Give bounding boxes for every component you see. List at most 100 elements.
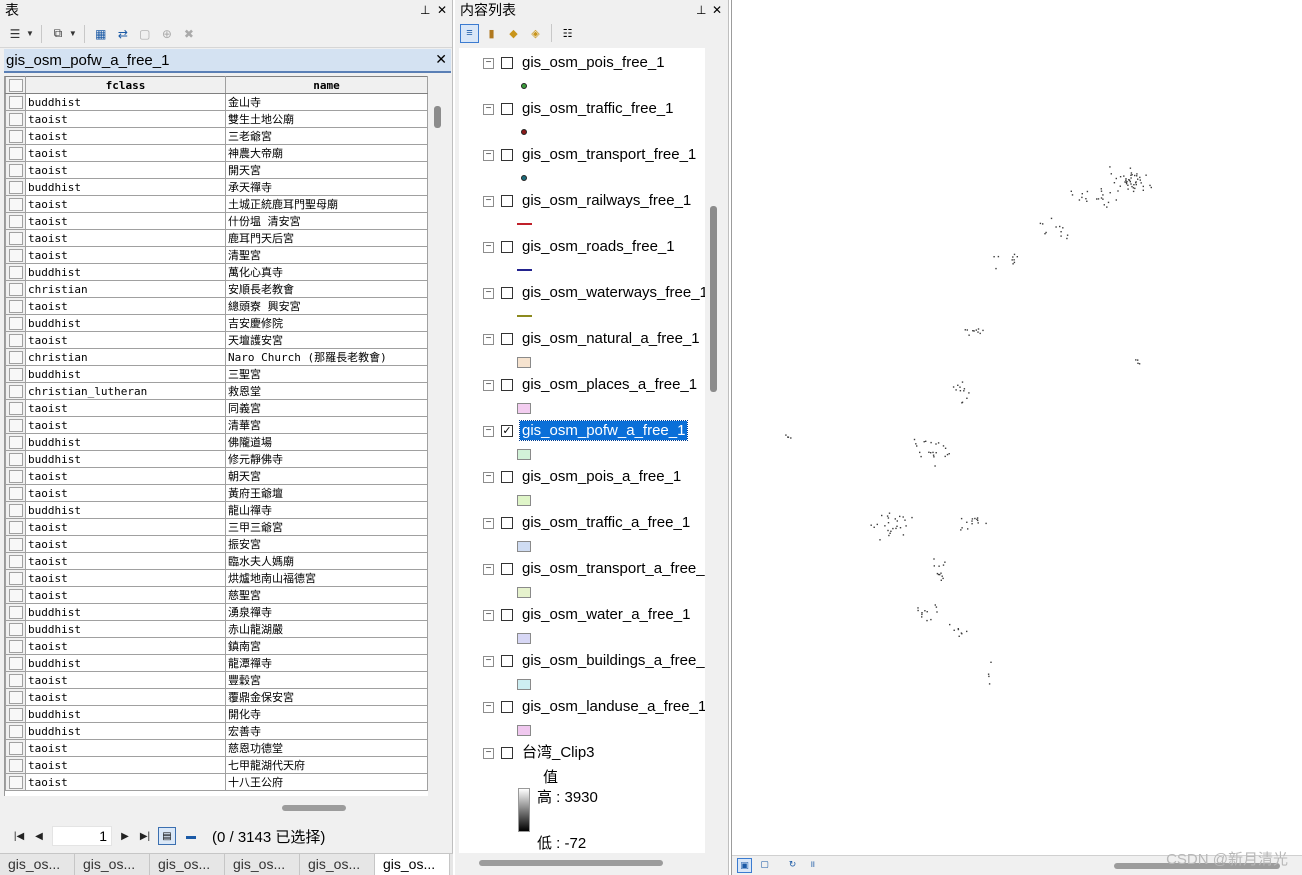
row-selector[interactable] bbox=[5, 365, 26, 383]
layout-view-icon[interactable]: ▢ bbox=[757, 858, 772, 873]
cell-fclass[interactable]: taoist bbox=[25, 637, 226, 655]
table-row[interactable]: buddhist 吉安慶修院 bbox=[5, 314, 428, 332]
polygon-symbol-icon[interactable] bbox=[517, 633, 531, 644]
table-tab[interactable]: gis_os... bbox=[150, 854, 225, 875]
close-icon[interactable]: ✕ bbox=[437, 0, 447, 20]
related-tables-icon[interactable]: ⧉ bbox=[49, 25, 67, 43]
list-by-visibility-icon[interactable]: ◆ bbox=[504, 24, 523, 43]
cell-fclass[interactable]: taoist bbox=[25, 756, 226, 774]
cell-fclass[interactable]: taoist bbox=[25, 331, 226, 349]
cell-name[interactable]: 土城正統鹿耳門聖母廟 bbox=[225, 195, 428, 213]
layer-visibility-checkbox[interactable] bbox=[501, 103, 513, 115]
cell-fclass[interactable]: buddhist bbox=[25, 365, 226, 383]
pin-icon[interactable]: ⊥ bbox=[420, 0, 430, 20]
layer-name[interactable]: gis_osm_transport_a_free_1 bbox=[520, 559, 705, 578]
collapse-icon[interactable]: − bbox=[483, 748, 494, 759]
row-selector[interactable] bbox=[5, 297, 26, 315]
table-row[interactable]: taoist 鎮南宮 bbox=[5, 637, 428, 655]
cell-fclass[interactable]: buddhist bbox=[25, 603, 226, 621]
row-selector[interactable] bbox=[5, 535, 26, 553]
cell-name[interactable]: 清聖宮 bbox=[225, 246, 428, 264]
table-row[interactable]: christian_lutheran 救恩堂 bbox=[5, 382, 428, 400]
table-row[interactable]: taoist 清聖宮 bbox=[5, 246, 428, 264]
layer-item[interactable]: − gis_osm_traffic_a_free_1 bbox=[459, 510, 705, 556]
cell-name[interactable]: 慈聖宮 bbox=[225, 586, 428, 604]
layer-visibility-checkbox[interactable] bbox=[501, 57, 513, 69]
layer-visibility-checkbox[interactable] bbox=[501, 149, 513, 161]
cell-fclass[interactable]: taoist bbox=[25, 586, 226, 604]
attribute-table[interactable]: fclass name buddhist 金山寺 taoist 雙生土地公廟 taois… bbox=[4, 76, 428, 796]
collapse-icon[interactable]: − bbox=[483, 58, 494, 69]
table-row[interactable]: taoist 朝天宮 bbox=[5, 467, 428, 485]
cell-name[interactable]: 救恩堂 bbox=[225, 382, 428, 400]
row-selector[interactable] bbox=[5, 195, 26, 213]
cell-fclass[interactable]: buddhist bbox=[25, 93, 226, 111]
cell-fclass[interactable]: taoist bbox=[25, 416, 226, 434]
polygon-symbol-icon[interactable] bbox=[517, 725, 531, 736]
polygon-symbol-icon[interactable] bbox=[517, 403, 531, 414]
table-options-icon[interactable]: ☰ bbox=[6, 25, 24, 43]
table-row[interactable]: taoist 天壇護安宮 bbox=[5, 331, 428, 349]
pause-drawing-icon[interactable]: ॥ bbox=[805, 858, 820, 873]
table-tab[interactable]: gis_os... bbox=[0, 854, 75, 875]
record-number-input[interactable]: 1 bbox=[52, 826, 112, 846]
collapse-icon[interactable]: − bbox=[483, 564, 494, 575]
layer-visibility-checkbox[interactable] bbox=[501, 471, 513, 483]
table-tab[interactable]: gis_os... bbox=[75, 854, 150, 875]
cell-name[interactable]: 湧泉禪寺 bbox=[225, 603, 428, 621]
row-selector[interactable] bbox=[5, 467, 26, 485]
clear-selection-icon[interactable]: ▢ bbox=[136, 25, 154, 43]
table-row[interactable]: taoist 十八王公府 bbox=[5, 773, 428, 791]
table-row[interactable]: taoist 三老爺宮 bbox=[5, 127, 428, 145]
row-selector[interactable] bbox=[5, 331, 26, 349]
cell-fclass[interactable]: taoist bbox=[25, 569, 226, 587]
polygon-symbol-icon[interactable] bbox=[517, 679, 531, 690]
data-view-icon[interactable]: ▣ bbox=[737, 858, 752, 873]
list-by-selection-icon[interactable]: ◈ bbox=[526, 24, 545, 43]
layer-visibility-checkbox[interactable] bbox=[501, 563, 513, 575]
cell-name[interactable]: 龍山禪寺 bbox=[225, 501, 428, 519]
collapse-icon[interactable]: − bbox=[483, 288, 494, 299]
table-row[interactable]: taoist 雙生土地公廟 bbox=[5, 110, 428, 128]
polygon-symbol-icon[interactable] bbox=[517, 587, 531, 598]
layer-name[interactable]: gis_osm_buildings_a_free_1 bbox=[520, 651, 705, 670]
row-selector[interactable] bbox=[5, 144, 26, 162]
row-selector[interactable] bbox=[5, 280, 26, 298]
cell-name[interactable]: 天壇護安宮 bbox=[225, 331, 428, 349]
layer-item[interactable]: − gis_osm_places_a_free_1 bbox=[459, 372, 705, 418]
table-row[interactable]: taoist 總頭寮 興安宮 bbox=[5, 297, 428, 315]
row-selector[interactable] bbox=[5, 161, 26, 179]
cell-name[interactable]: 開化寺 bbox=[225, 705, 428, 723]
layer-name[interactable]: gis_osm_pois_a_free_1 bbox=[520, 467, 683, 486]
layer-name[interactable]: gis_osm_pois_free_1 bbox=[520, 53, 667, 72]
table-row[interactable]: taoist 鹿耳門天后宮 bbox=[5, 229, 428, 247]
toc-options-icon[interactable]: ☷ bbox=[558, 24, 577, 43]
cell-name[interactable]: 慈恩功德堂 bbox=[225, 739, 428, 757]
cell-fclass[interactable]: taoist bbox=[25, 297, 226, 315]
layer-visibility-checkbox[interactable] bbox=[501, 287, 513, 299]
row-selector[interactable] bbox=[5, 603, 26, 621]
cell-name[interactable]: 開天宮 bbox=[225, 161, 428, 179]
cell-name[interactable]: 清華宮 bbox=[225, 416, 428, 434]
scroll-thumb[interactable] bbox=[710, 206, 717, 392]
toc-vertical-scrollbar[interactable] bbox=[705, 48, 723, 853]
layer-item[interactable]: − gis_osm_pois_free_1 bbox=[459, 50, 705, 96]
layer-visibility-checkbox[interactable] bbox=[501, 333, 513, 345]
layer-name[interactable]: 台湾_Clip3 bbox=[520, 743, 597, 762]
pin-icon[interactable]: ⊥ bbox=[696, 0, 706, 20]
table-row[interactable]: buddhist 佛隴道場 bbox=[5, 433, 428, 451]
cell-name[interactable]: 什份塭 清安宮 bbox=[225, 212, 428, 230]
close-table-icon[interactable]: ✕ bbox=[435, 51, 447, 68]
scroll-thumb[interactable] bbox=[479, 860, 663, 866]
layer-visibility-checkbox[interactable]: ✓ bbox=[501, 425, 513, 437]
collapse-icon[interactable]: − bbox=[483, 334, 494, 345]
cell-name[interactable]: 振安宮 bbox=[225, 535, 428, 553]
cell-fclass[interactable]: taoist bbox=[25, 552, 226, 570]
chevron-down-icon[interactable]: ▼ bbox=[26, 29, 34, 38]
cell-fclass[interactable]: taoist bbox=[25, 246, 226, 264]
cell-fclass[interactable]: taoist bbox=[25, 127, 226, 145]
cell-name[interactable]: 三聖宮 bbox=[225, 365, 428, 383]
row-header-corner[interactable] bbox=[5, 76, 26, 94]
table-row[interactable]: taoist 同義宮 bbox=[5, 399, 428, 417]
cell-name[interactable]: 神農大帝廟 bbox=[225, 144, 428, 162]
